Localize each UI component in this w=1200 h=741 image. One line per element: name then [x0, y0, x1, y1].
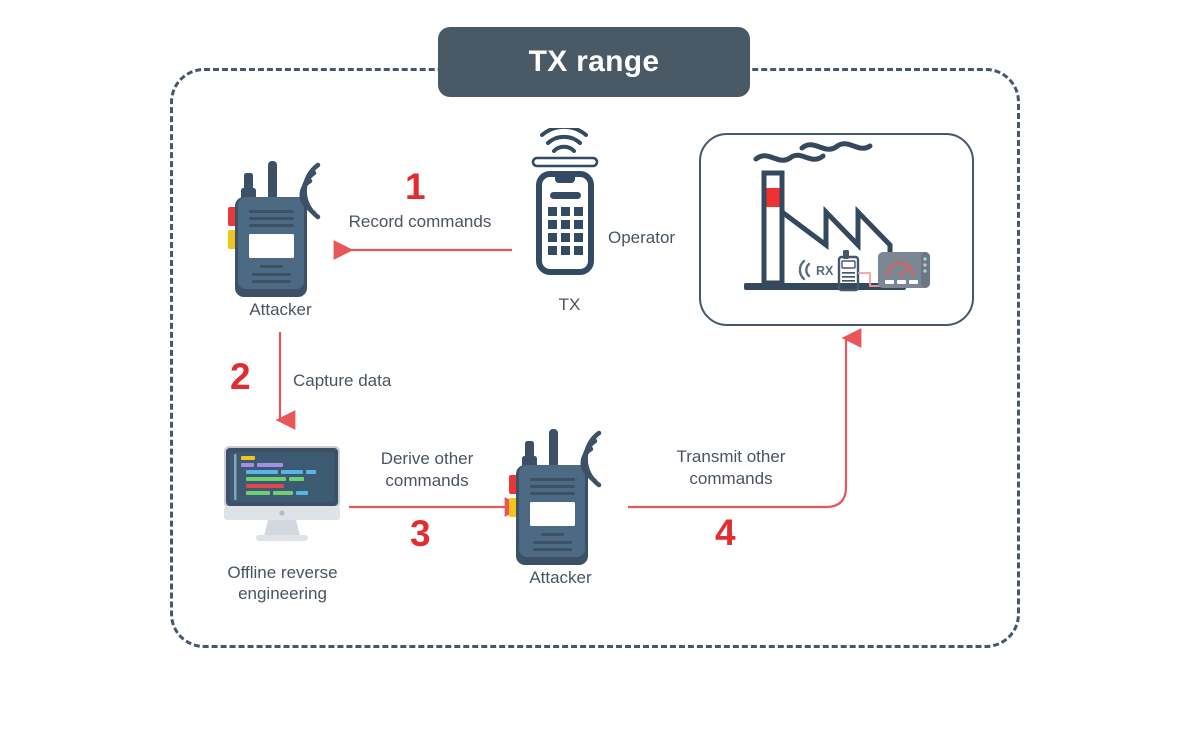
- desktop-monitor-icon: [224, 446, 340, 541]
- factory-icon-group: RX: [738, 140, 938, 315]
- attacker-top-label: Attacker: [249, 300, 312, 319]
- step-label-1: Record commands: [348, 212, 492, 231]
- step-number-4: 4: [715, 512, 736, 553]
- step-number-1: 1: [405, 166, 426, 207]
- walkie-talkie-icon: [228, 161, 321, 297]
- attacker-bottom-label: Attacker: [529, 568, 592, 587]
- step-label-3: Derive other commands: [380, 449, 474, 491]
- attacker-bottom-icon-group: [503, 423, 623, 568]
- tx-label: TX: [558, 295, 581, 314]
- step-label-2: Capture data: [293, 371, 392, 390]
- diagram-canvas: TX range 1 Record commands 2 Capture dat…: [0, 0, 1200, 741]
- rx-text: RX: [816, 264, 834, 278]
- factory-icon: RX: [744, 141, 930, 292]
- step-label-4: Transmit other commands: [676, 447, 786, 489]
- page-title: TX range: [528, 45, 660, 78]
- step-number-3: 3: [410, 513, 431, 554]
- attacker-top-icon-group: [222, 155, 338, 300]
- computer-label: Offline reverse engineering: [227, 563, 338, 604]
- tx-remote-icon: [531, 124, 599, 275]
- walkie-talkie-icon: [509, 429, 602, 565]
- step-number-2: 2: [230, 356, 251, 397]
- tx-icon-group: [524, 124, 616, 288]
- computer-icon-group: [222, 444, 342, 544]
- tx-range-title-pill: TX range: [438, 27, 750, 97]
